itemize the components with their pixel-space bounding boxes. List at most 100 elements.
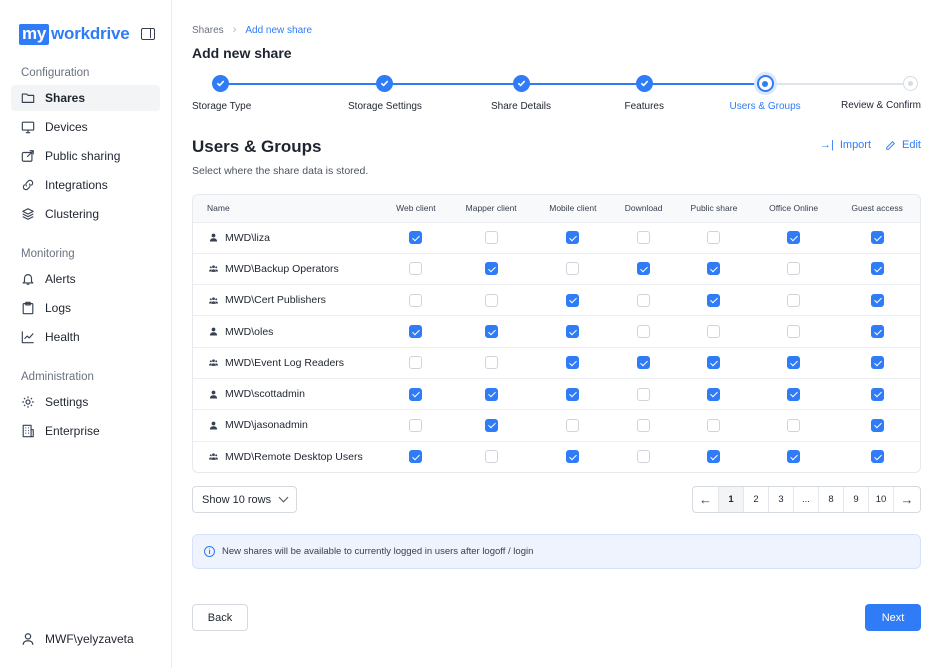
sidebar-item-health[interactable]: Health bbox=[11, 324, 160, 350]
permission-checkbox-download[interactable] bbox=[637, 418, 651, 432]
permission-checkbox-mapper-client[interactable] bbox=[484, 450, 498, 464]
permission-checkbox-mobile-client[interactable] bbox=[566, 387, 580, 401]
permission-checkbox-mapper-client[interactable] bbox=[484, 356, 498, 370]
sidebar-item-alerts[interactable]: Alerts bbox=[11, 266, 160, 292]
principal-name: MWD\liza bbox=[225, 231, 270, 244]
permission-checkbox-guest-access[interactable] bbox=[870, 418, 884, 432]
page-button[interactable]: 10 bbox=[869, 487, 894, 513]
import-button[interactable]: →| Import bbox=[820, 139, 871, 151]
rows-per-page-select[interactable]: Show 10 rows bbox=[192, 486, 298, 514]
next-page-arrow-icon[interactable]: → bbox=[894, 487, 920, 512]
permission-checkbox-web-client[interactable] bbox=[409, 450, 423, 464]
page-button[interactable]: 8 bbox=[819, 487, 844, 513]
group-icon bbox=[209, 359, 218, 367]
permission-cell bbox=[753, 378, 834, 409]
permission-checkbox-guest-access[interactable] bbox=[870, 450, 884, 464]
page-button[interactable]: 3 bbox=[769, 487, 794, 513]
permission-checkbox-office-online[interactable] bbox=[787, 262, 801, 276]
permission-checkbox-guest-access[interactable] bbox=[870, 262, 884, 276]
step-share-details[interactable]: Share Details bbox=[491, 75, 551, 112]
permission-checkbox-mapper-client[interactable] bbox=[484, 418, 498, 432]
permission-checkbox-public-share[interactable] bbox=[707, 418, 721, 432]
permission-checkbox-guest-access[interactable] bbox=[870, 356, 884, 370]
back-button[interactable]: Back bbox=[192, 604, 248, 631]
permission-checkbox-web-client[interactable] bbox=[409, 231, 423, 245]
breadcrumb-shares[interactable]: Shares bbox=[192, 25, 224, 36]
step-storage-settings[interactable]: Storage Settings bbox=[348, 75, 422, 112]
permission-checkbox-download[interactable] bbox=[637, 450, 651, 464]
permission-checkbox-web-client[interactable] bbox=[409, 262, 423, 276]
permission-checkbox-mapper-client[interactable] bbox=[484, 231, 498, 245]
permission-checkbox-guest-access[interactable] bbox=[870, 231, 884, 245]
step-users-groups[interactable]: Users & Groups bbox=[730, 75, 801, 112]
info-banner: i New shares will be available to curren… bbox=[192, 534, 921, 570]
permission-checkbox-mobile-client[interactable] bbox=[566, 293, 580, 307]
permission-checkbox-web-client[interactable] bbox=[409, 387, 423, 401]
permission-cell bbox=[534, 410, 613, 441]
sidebar-item-public-sharing[interactable]: Public sharing bbox=[11, 143, 160, 169]
permission-checkbox-download[interactable] bbox=[637, 356, 651, 370]
page-button[interactable]: 1 bbox=[719, 487, 744, 513]
sidebar-item-logs[interactable]: Logs bbox=[11, 295, 160, 321]
permission-checkbox-guest-access[interactable] bbox=[870, 293, 884, 307]
permission-checkbox-web-client[interactable] bbox=[409, 418, 423, 432]
permission-checkbox-mapper-client[interactable] bbox=[484, 325, 498, 339]
sidebar-item-clustering[interactable]: Clustering bbox=[11, 201, 160, 227]
sidebar-toggle-icon[interactable] bbox=[141, 28, 155, 40]
page-button[interactable]: 2 bbox=[744, 487, 769, 513]
permission-checkbox-download[interactable] bbox=[637, 262, 651, 276]
step-storage-type[interactable]: Storage Type bbox=[192, 75, 251, 112]
info-icon: i bbox=[204, 546, 215, 558]
permission-checkbox-public-share[interactable] bbox=[707, 450, 721, 464]
permission-checkbox-public-share[interactable] bbox=[707, 356, 721, 370]
permission-checkbox-office-online[interactable] bbox=[787, 387, 801, 401]
permission-checkbox-mapper-client[interactable] bbox=[484, 293, 498, 307]
permission-checkbox-office-online[interactable] bbox=[787, 325, 801, 339]
permission-checkbox-mobile-client[interactable] bbox=[566, 356, 580, 370]
permission-checkbox-office-online[interactable] bbox=[787, 293, 801, 307]
page-button[interactable]: ... bbox=[794, 487, 819, 513]
permission-checkbox-mobile-client[interactable] bbox=[566, 418, 580, 432]
rows-per-page-label: Show 10 rows bbox=[202, 493, 272, 506]
sidebar-item-settings[interactable]: Settings bbox=[11, 389, 160, 415]
permission-checkbox-office-online[interactable] bbox=[787, 231, 801, 245]
table-row: MWD\Cert Publishers bbox=[193, 284, 920, 316]
sidebar-item-shares[interactable]: Shares bbox=[11, 85, 160, 111]
permission-checkbox-download[interactable] bbox=[637, 231, 651, 245]
permission-checkbox-mapper-client[interactable] bbox=[484, 387, 498, 401]
sidebar-item-integrations[interactable]: Integrations bbox=[11, 172, 160, 198]
permission-checkbox-mobile-client[interactable] bbox=[566, 262, 580, 276]
edit-button[interactable]: Edit bbox=[885, 139, 921, 151]
permission-checkbox-web-client[interactable] bbox=[409, 325, 423, 339]
permission-checkbox-office-online[interactable] bbox=[787, 356, 801, 370]
permission-checkbox-mobile-client[interactable] bbox=[566, 450, 580, 464]
sidebar-item-enterprise[interactable]: Enterprise bbox=[11, 418, 160, 444]
column-header: Guest access bbox=[851, 203, 903, 214]
user-profile[interactable]: MWF\yelyzaveta bbox=[21, 632, 134, 646]
prev-page-arrow-icon[interactable]: ← bbox=[693, 487, 719, 513]
permission-checkbox-guest-access[interactable] bbox=[870, 325, 884, 339]
permission-checkbox-public-share[interactable] bbox=[707, 325, 721, 339]
permission-checkbox-public-share[interactable] bbox=[707, 293, 721, 307]
permission-checkbox-download[interactable] bbox=[637, 293, 651, 307]
permission-checkbox-mapper-client[interactable] bbox=[484, 262, 498, 276]
permission-checkbox-guest-access[interactable] bbox=[870, 387, 884, 401]
permission-checkbox-public-share[interactable] bbox=[707, 231, 721, 245]
permission-checkbox-public-share[interactable] bbox=[707, 262, 721, 276]
permission-cell bbox=[383, 316, 449, 347]
step-review-confirm[interactable]: Review & Confirm bbox=[841, 75, 921, 111]
next-button[interactable]: Next bbox=[865, 604, 921, 631]
step-features[interactable]: Features bbox=[625, 75, 664, 112]
permission-checkbox-web-client[interactable] bbox=[409, 356, 423, 370]
permission-cell bbox=[383, 222, 449, 253]
permission-checkbox-public-share[interactable] bbox=[707, 387, 721, 401]
permission-checkbox-office-online[interactable] bbox=[787, 450, 801, 464]
permission-checkbox-office-online[interactable] bbox=[787, 418, 801, 432]
permission-checkbox-mobile-client[interactable] bbox=[566, 325, 580, 339]
permission-checkbox-download[interactable] bbox=[637, 387, 651, 401]
sidebar-item-devices[interactable]: Devices bbox=[11, 114, 160, 140]
page-button[interactable]: 9 bbox=[844, 487, 869, 513]
permission-checkbox-web-client[interactable] bbox=[409, 293, 423, 307]
permission-checkbox-download[interactable] bbox=[637, 325, 651, 339]
permission-checkbox-mobile-client[interactable] bbox=[566, 231, 580, 245]
